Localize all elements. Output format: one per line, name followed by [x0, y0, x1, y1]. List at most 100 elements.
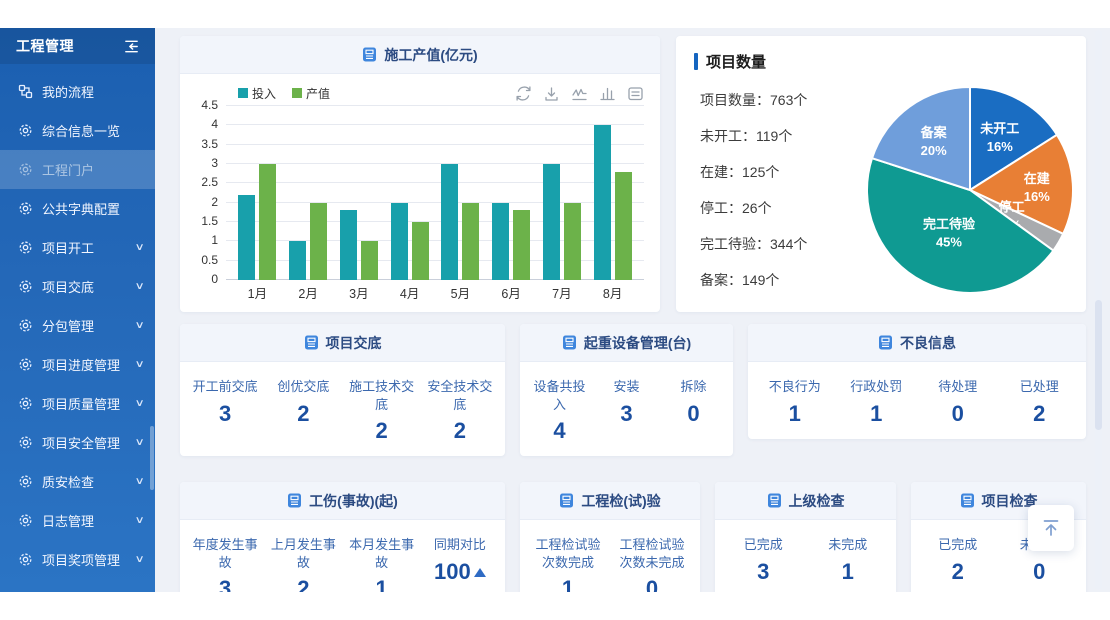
document-icon	[878, 335, 893, 350]
card-body: 已完成3未完成1	[715, 520, 896, 592]
bar-产值-7月[interactable]	[564, 203, 581, 280]
stat-value: 0	[921, 403, 995, 425]
flow-icon	[18, 84, 33, 99]
bar-group-8月[interactable]	[587, 106, 638, 280]
bar-产值-1月[interactable]	[259, 164, 276, 280]
gear-icon	[18, 279, 33, 294]
bar-投入-2月[interactable]	[289, 241, 306, 280]
card-header: 项目交底	[180, 324, 505, 362]
title-accent-bar	[694, 53, 698, 70]
card-body: 年度发生事故3上月发生事故2本月发生事故1同期对比100	[180, 520, 505, 592]
stat-label: 开工前交底	[190, 378, 260, 396]
bar-投入-7月[interactable]	[543, 164, 560, 280]
card-body: 工程检试验次数完成1工程检试验次数未完成0	[520, 520, 700, 592]
document-icon	[767, 493, 782, 508]
sidebar-item-label: 日志管理	[42, 511, 136, 530]
chevron-down-icon: ∨	[134, 476, 144, 487]
bar-投入-4月[interactable]	[391, 203, 408, 280]
download-icon[interactable]	[543, 85, 560, 102]
bar-group-7月[interactable]	[537, 106, 588, 280]
bar-group-5月[interactable]	[435, 106, 486, 280]
sidebar-item-4[interactable]: 项目开工∨	[0, 228, 155, 267]
stat-行政处罚: 行政处罚1	[836, 378, 918, 425]
top-row: 施工产值(亿元) 投入产值 00.511.522.533.544.5 1月2月3…	[180, 36, 1086, 312]
bar-group-6月[interactable]	[486, 106, 537, 280]
bar-投入-6月[interactable]	[492, 203, 509, 280]
pie-body: 项目数量：763个未开工：119个在建：125个停工：26个完工待验：344个备…	[676, 72, 1086, 306]
bar-投入-8月[interactable]	[594, 125, 611, 280]
plot-wrap: 00.511.522.533.544.5	[190, 106, 644, 280]
stat-工程检试验次数未完成: 工程检试验次数未完成0	[610, 536, 694, 592]
stat-card-不良信息: 不良信息不良行为1行政处罚1待处理0已处理2	[748, 324, 1086, 439]
stat-已完成: 已完成2	[917, 536, 999, 583]
pie-chart[interactable]: 未开工16%在建16%停工3%完工待验45%备案20%	[862, 82, 1078, 298]
project-stat-line: 项目数量：763个	[700, 90, 862, 110]
sidebar-item-10[interactable]: 质安检查∨	[0, 462, 155, 501]
card-title: 起重设备管理(台)	[584, 333, 691, 353]
stat-label: 行政处罚	[840, 378, 914, 396]
bar-投入-5月[interactable]	[441, 164, 458, 280]
bar-group-3月[interactable]	[334, 106, 385, 280]
bar-chart[interactable]: 投入产值 00.511.522.533.544.5 1月2月3月4月5月6月7月…	[180, 74, 660, 312]
sidebar-item-3[interactable]: 公共字典配置	[0, 189, 155, 228]
stat-value: 0	[664, 403, 723, 425]
chevron-down-icon: ∨	[134, 320, 144, 331]
legend-item[interactable]: 产值	[292, 85, 330, 102]
stat-value: 100	[425, 561, 495, 583]
stat-label: 已完成	[921, 536, 995, 554]
bar-投入-1月[interactable]	[238, 195, 255, 280]
y-tick-label: 4.5	[201, 98, 218, 112]
sidebar-item-11[interactable]: 日志管理∨	[0, 501, 155, 540]
menu-fold-icon[interactable]	[123, 37, 141, 55]
sidebar-item-7[interactable]: 项目进度管理∨	[0, 345, 155, 384]
x-tick-label: 8月	[587, 283, 638, 302]
data-view-icon[interactable]	[627, 85, 644, 102]
sidebar-item-8[interactable]: 项目质量管理∨	[0, 384, 155, 423]
stat-label: 不良行为	[758, 378, 832, 396]
card-title: 工伤(事故)(起)	[309, 491, 398, 511]
x-tick-label: 3月	[334, 283, 385, 302]
sidebar-item-0[interactable]: 我的流程	[0, 72, 155, 111]
stat-value: 3	[725, 561, 802, 583]
sidebar-title: 工程管理	[16, 36, 74, 56]
stat-已处理: 已处理2	[999, 378, 1081, 425]
x-tick-label: 1月	[232, 283, 283, 302]
line-chart-icon[interactable]	[571, 85, 588, 102]
sidebar-item-9[interactable]: 项目安全管理∨	[0, 423, 155, 462]
sidebar-item-2[interactable]: 工程门户	[0, 150, 155, 189]
page-scrollbar-thumb[interactable]	[1095, 300, 1102, 430]
refresh-icon[interactable]	[515, 85, 532, 102]
bar-group-2月[interactable]	[283, 106, 334, 280]
plot-area[interactable]	[226, 106, 644, 280]
sidebar-item-6[interactable]: 分包管理∨	[0, 306, 155, 345]
document-icon	[304, 335, 319, 350]
page-scrollbar[interactable]	[1095, 30, 1102, 590]
stat-card-工伤(事故)(起): 工伤(事故)(起) 年度发生事故3上月发生事故2本月发生事故1同期对比100	[180, 482, 505, 592]
bars	[226, 106, 644, 280]
bar-group-1月[interactable]	[232, 106, 283, 280]
trend-up-icon	[474, 568, 486, 577]
sidebar-item-12[interactable]: 项目奖项管理∨	[0, 540, 155, 579]
bar-产值-3月[interactable]	[361, 241, 378, 280]
card-body: 开工前交底3创优交底2施工技术交底2安全技术交底2	[180, 362, 505, 456]
project-count-stats: 项目数量：763个未开工：119个在建：125个停工：26个完工待验：344个备…	[700, 74, 862, 306]
chevron-down-icon: ∨	[134, 242, 144, 253]
stat-value: 2	[1003, 403, 1077, 425]
gear-icon	[18, 201, 33, 216]
bar-产值-4月[interactable]	[412, 222, 429, 280]
back-to-top-button[interactable]	[1028, 505, 1074, 551]
stat-value: 1	[758, 403, 832, 425]
legend-item[interactable]: 投入	[238, 85, 276, 102]
bar-产值-6月[interactable]	[513, 210, 530, 280]
card-title: 工程检(试)验	[581, 491, 660, 511]
bar-投入-3月[interactable]	[340, 210, 357, 280]
bar-产值-5月[interactable]	[462, 203, 479, 280]
chevron-down-icon: ∨	[134, 359, 144, 370]
sidebar-scrollbar-thumb[interactable]	[150, 426, 154, 490]
bar-产值-8月[interactable]	[615, 172, 632, 280]
sidebar-item-5[interactable]: 项目交底∨	[0, 267, 155, 306]
bar-chart-icon[interactable]	[599, 85, 616, 102]
bar-产值-2月[interactable]	[310, 203, 327, 280]
bar-group-4月[interactable]	[384, 106, 435, 280]
sidebar-item-1[interactable]: 综合信息一览	[0, 111, 155, 150]
